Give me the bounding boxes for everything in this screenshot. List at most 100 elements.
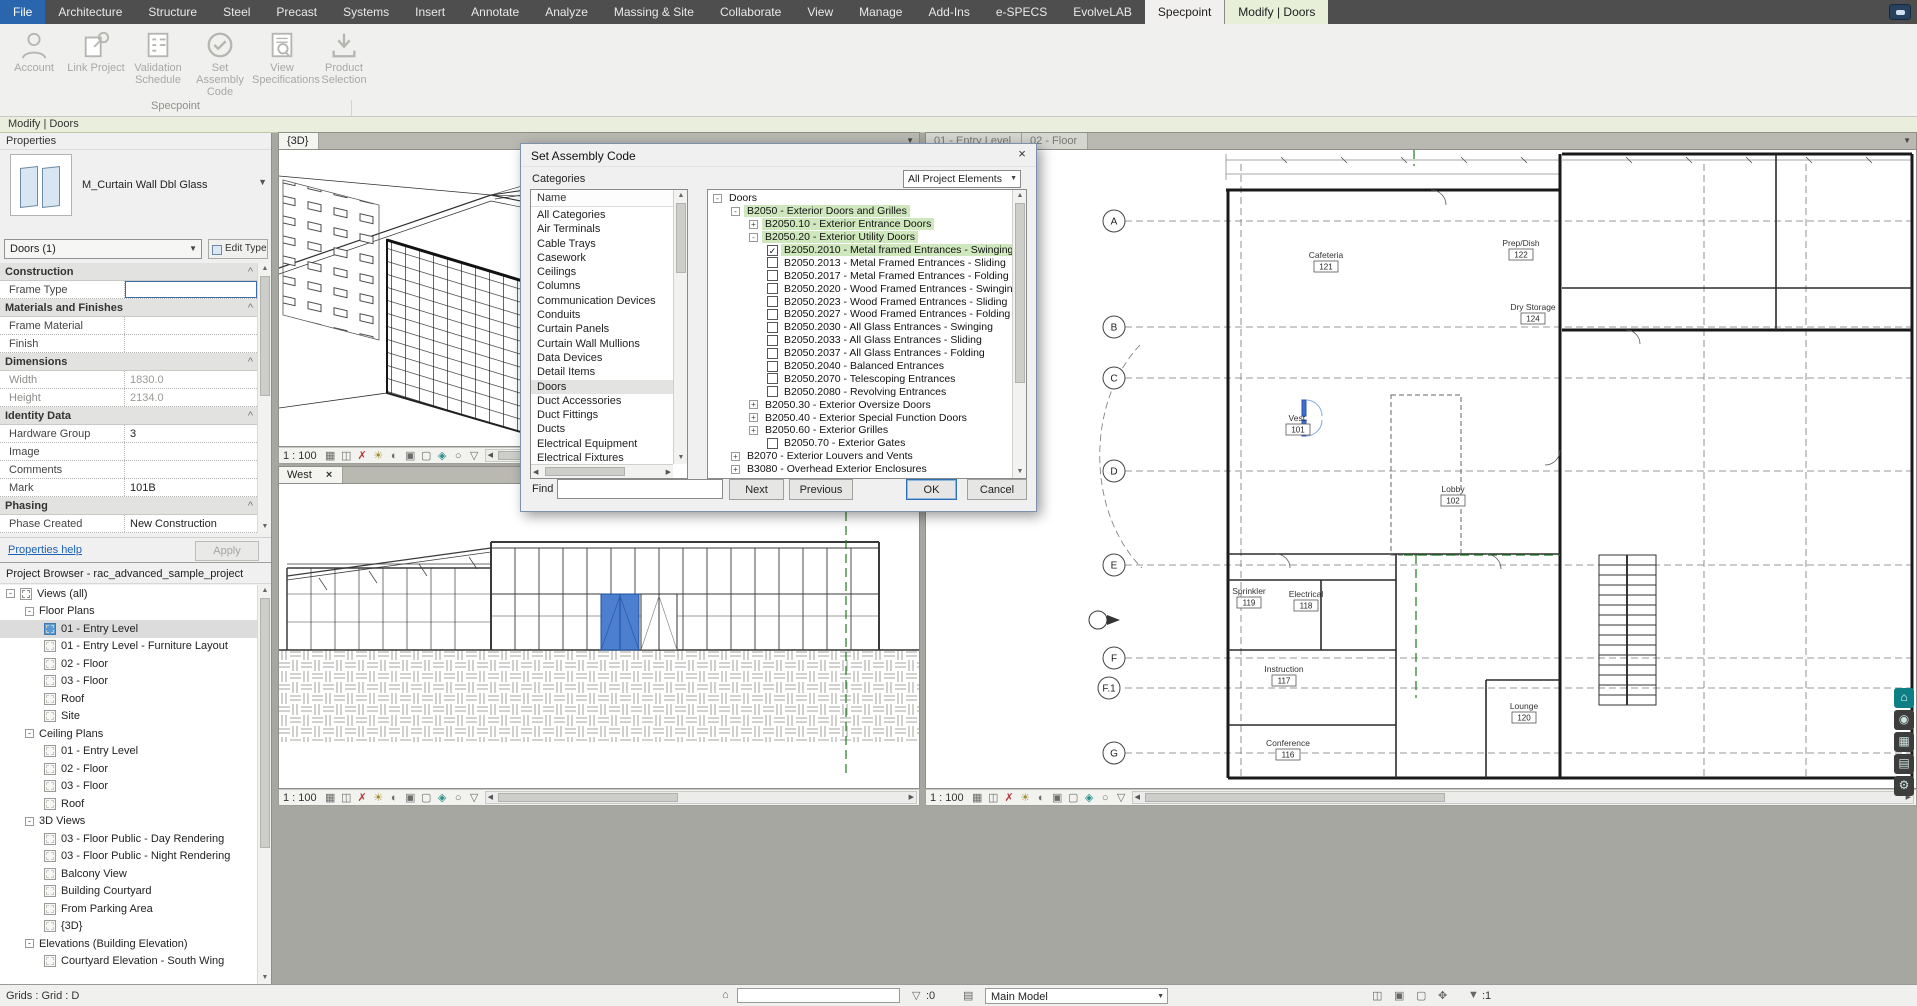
collapse-icon[interactable]: ^ <box>248 302 253 314</box>
ribbon-tab-view[interactable]: View <box>794 0 846 24</box>
select-pinned-icon[interactable]: ▣ <box>1394 989 1404 1002</box>
drag-elements-icon[interactable]: ✥ <box>1438 989 1447 1002</box>
assembly-node-b2050-30[interactable]: +B2050.30 - Exterior Oversize Doors <box>708 398 1012 411</box>
detail-level-icon[interactable]: ▦ <box>323 791 338 804</box>
scroll-right-icon[interactable]: ▶ <box>909 793 914 801</box>
select-link-icon[interactable]: ◫ <box>1372 989 1382 1002</box>
category-all-categories[interactable]: All Categories <box>531 208 673 222</box>
scroll-right-icon[interactable]: ▶ <box>666 468 671 476</box>
home-view-button[interactable]: ⌂ <box>1894 688 1914 708</box>
assembly-node-b2050-70[interactable]: B2050.70 - Exterior Gates <box>708 437 1012 450</box>
property-group-phasing[interactable]: ^Phasing <box>0 497 257 515</box>
show-crop-icon[interactable]: ▢ <box>419 791 434 804</box>
assembly-node-b2070[interactable]: +B2070 - Exterior Louvers and Vents <box>708 450 1012 463</box>
visual-style-icon[interactable]: ◫ <box>986 791 1001 804</box>
chevron-down-icon[interactable]: ▼ <box>1903 136 1911 145</box>
scroll-left-icon[interactable]: ◀ <box>488 793 493 801</box>
reveal-hidden-icon[interactable]: ○ <box>451 450 466 462</box>
assembly-node-b2050-2033[interactable]: B2050.2033 - All Glass Entrances - Slidi… <box>708 334 1012 347</box>
crop-off-icon[interactable]: ✗ <box>355 791 370 804</box>
ribbon-tab-add-ins[interactable]: Add-Ins <box>915 0 982 24</box>
collapse-icon[interactable]: ^ <box>248 410 253 422</box>
product-selection-button[interactable]: Product Selection <box>314 28 374 98</box>
ribbon-tab-insert[interactable]: Insert <box>402 0 458 24</box>
scroll-down-icon[interactable]: ▼ <box>674 452 688 464</box>
property-value[interactable]: 3 <box>125 425 257 442</box>
view-tab-3d[interactable]: {3D} <box>279 133 319 149</box>
account-button[interactable]: Account <box>4 28 64 98</box>
isolate-icon[interactable]: ◈ <box>435 449 450 462</box>
assembly-node-b2050-2040[interactable]: B2050.2040 - Balanced Entrances <box>708 360 1012 373</box>
horizontal-scrollbar[interactable]: ◀ ▶ <box>1132 791 1914 804</box>
category-doors[interactable]: Doors <box>531 380 673 394</box>
property-group-dimensions[interactable]: ^Dimensions <box>0 353 257 371</box>
worksets-box[interactable] <box>737 988 900 1003</box>
property-value[interactable] <box>125 461 257 478</box>
show-crop-icon[interactable]: ▢ <box>1066 791 1081 804</box>
settings-gear-icon[interactable]: ⚙ <box>1894 776 1914 796</box>
browser-item-02-floor[interactable]: 02 - Floor <box>0 655 257 673</box>
assembly-node-b2050-2023[interactable]: B2050.2023 - Wood Framed Entrances - Sli… <box>708 295 1012 308</box>
close-icon[interactable]: × <box>1012 146 1032 164</box>
visual-style-icon[interactable]: ◫ <box>339 791 354 804</box>
tree-collapse-icon[interactable]: - <box>25 729 34 738</box>
browser-item-views-all[interactable]: -Views (all) <box>0 585 257 603</box>
browser-item-elevations-building-elevation[interactable]: -Elevations (Building Elevation) <box>0 935 257 953</box>
tree-collapse-icon[interactable]: - <box>713 194 722 203</box>
browser-item-roof[interactable]: Roof <box>0 795 257 813</box>
project-browser-scrollbar[interactable]: ▲ ▼ <box>257 585 271 984</box>
categories-list-header[interactable]: Name <box>531 190 673 207</box>
tree-collapse-icon[interactable]: - <box>25 817 34 826</box>
ribbon-tab-manage[interactable]: Manage <box>846 0 915 24</box>
horizontal-scrollbar[interactable]: ◀ ▶ <box>485 791 917 804</box>
scroll-up-icon[interactable]: ▲ <box>258 263 272 275</box>
assembly-node-b2050-2027[interactable]: B2050.2027 - Wood Framed Entrances - Fol… <box>708 308 1012 321</box>
checkbox-icon[interactable] <box>767 322 778 333</box>
assembly-node-b2050-2010[interactable]: ✓B2050.2010 - Metal framed Entrances - S… <box>708 244 1012 257</box>
browser-item-courtyard-elevation-south-wing[interactable]: Courtyard Elevation - South Wing <box>0 953 257 971</box>
isolate-icon[interactable]: ◈ <box>435 791 450 804</box>
collapse-icon[interactable]: ^ <box>248 500 253 512</box>
select-underlay-icon[interactable]: ▢ <box>1416 989 1426 1002</box>
scale-label[interactable]: 1 : 100 <box>283 792 317 804</box>
category-air-terminals[interactable]: Air Terminals <box>531 222 673 236</box>
scroll-down-icon[interactable]: ▼ <box>1013 466 1027 478</box>
sun-path-icon[interactable]: ☀ <box>371 449 386 462</box>
browser-item-site[interactable]: Site <box>0 708 257 726</box>
checkbox-icon[interactable] <box>767 296 778 307</box>
view-tab-west[interactable]: West× <box>279 467 343 483</box>
set-assembly-code-button[interactable]: Set Assembly Code <box>190 28 250 98</box>
categories-scrollbar[interactable]: ▲ ▼ <box>673 190 687 464</box>
collapse-icon[interactable]: ^ <box>248 266 253 278</box>
scroll-left-icon[interactable]: ◀ <box>488 451 493 459</box>
apply-button[interactable]: Apply <box>195 541 259 561</box>
categories-hscrollbar[interactable]: ◀ ▶ <box>531 464 673 478</box>
element-filter-dropdown[interactable]: All Project Elements▼ <box>903 170 1021 188</box>
reveal-hidden-icon[interactable]: ○ <box>1098 792 1113 804</box>
scroll-down-icon[interactable]: ▼ <box>258 521 272 533</box>
assembly-node-b2050-10[interactable]: +B2050.10 - Exterior Entrance Doors <box>708 218 1012 231</box>
selection-filter-icon[interactable]: ▼ <box>1468 989 1479 1001</box>
browser-item-roof[interactable]: Roof <box>0 690 257 708</box>
ok-button[interactable]: OK <box>906 479 957 500</box>
next-button[interactable]: Next <box>729 479 784 500</box>
view-properties-icon[interactable]: ▽ <box>467 791 482 804</box>
ribbon-tab-file[interactable]: File <box>0 0 45 24</box>
assembly-node-b2050-2017[interactable]: B2050.2017 - Metal Framed Entrances - Fo… <box>708 269 1012 282</box>
checkbox-checked-icon[interactable]: ✓ <box>767 245 778 256</box>
tree-collapse-icon[interactable]: - <box>6 589 15 598</box>
scrollbar-thumb[interactable] <box>545 467 625 476</box>
crop-off-icon[interactable]: ✗ <box>1002 791 1017 804</box>
validation-schedule-button[interactable]: Validation Schedule <box>128 28 188 98</box>
browser-item-floor-plans[interactable]: -Floor Plans <box>0 603 257 621</box>
chevron-down-icon[interactable]: ▼ <box>258 177 267 187</box>
view-control-icons[interactable]: ▦◫✗☀◐▣▢◈○▽ <box>323 449 483 462</box>
detail-level-icon[interactable]: ▦ <box>970 791 985 804</box>
assembly-node-b2050-2037[interactable]: B2050.2037 - All Glass Entrances - Foldi… <box>708 347 1012 360</box>
browser-item-01-entry-level-furniture-layout[interactable]: 01 - Entry Level - Furniture Layout <box>0 638 257 656</box>
scrollbar-thumb[interactable] <box>1015 203 1025 383</box>
previous-button[interactable]: Previous <box>789 479 853 500</box>
browser-item-from-parking-area[interactable]: From Parking Area <box>0 900 257 918</box>
checkbox-icon[interactable] <box>767 309 778 320</box>
dialog-title[interactable]: Set Assembly Code <box>521 144 1036 167</box>
